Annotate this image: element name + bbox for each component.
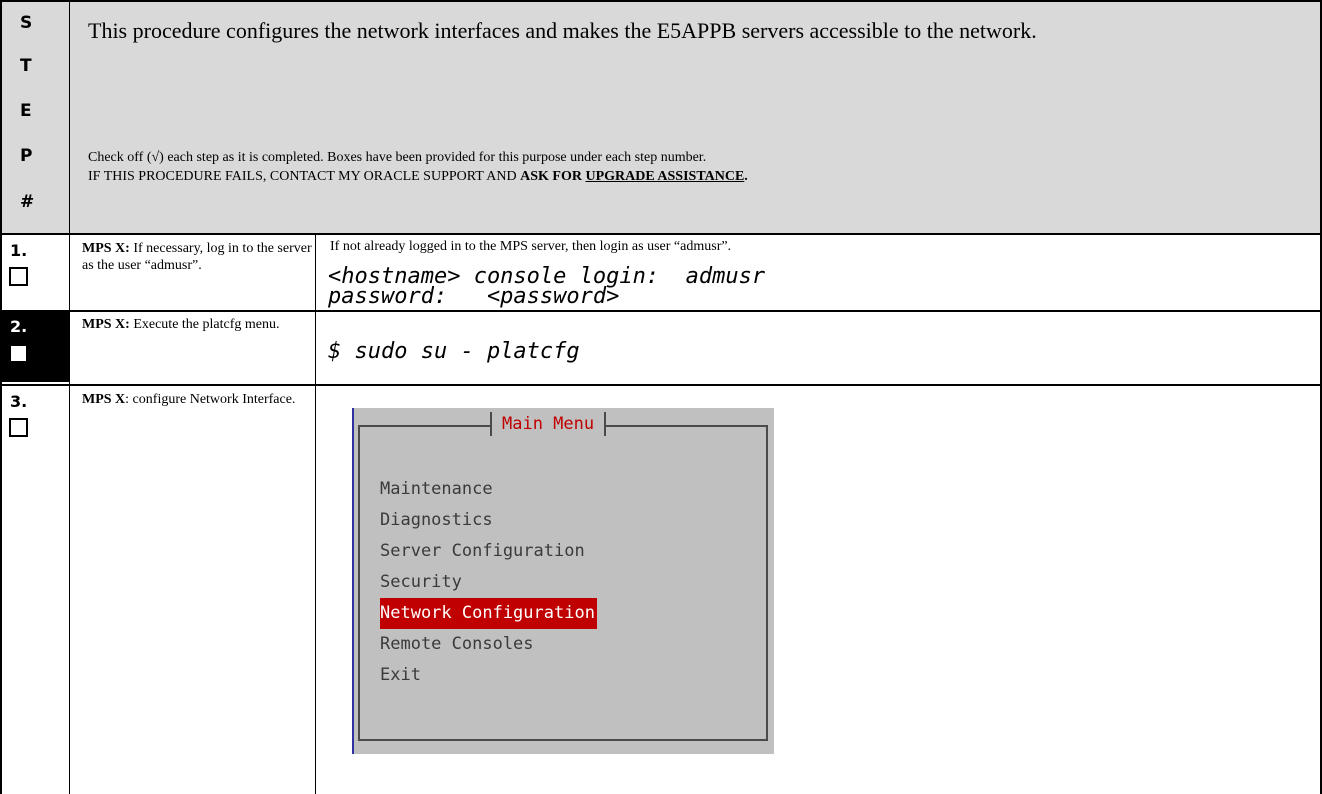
step-letter: S <box>20 13 33 33</box>
table-border-top <box>0 0 1322 2</box>
menu-item-maintenance[interactable]: Maintenance <box>380 474 597 505</box>
failure-note-end: . <box>744 169 748 184</box>
menu-title: Main Menu <box>490 412 607 436</box>
column-divider-desc <box>315 234 316 794</box>
column-divider-step <box>69 0 70 794</box>
platcfg-main-menu-screenshot: Main Menu Maintenance Diagnostics Server… <box>352 408 774 754</box>
failure-note-prefix: IF THIS PROCEDURE FAILS, CONTACT MY ORAC… <box>88 169 521 184</box>
step-desc-text: : configure Network Interface. <box>125 392 296 407</box>
terminal-edge <box>352 408 354 754</box>
password-command-line: password: <password> <box>328 284 620 309</box>
step-letter: T <box>20 56 32 76</box>
procedure-intro: This procedure configures the network in… <box>88 18 1037 43</box>
step-letter: # <box>20 192 35 212</box>
table-border-left <box>0 0 2 794</box>
menu-item-remote-consoles[interactable]: Remote Consoles <box>380 629 597 660</box>
step-number: 2. <box>10 317 28 336</box>
step-checkbox[interactable] <box>9 344 28 363</box>
step-desc-label: MPS X: <box>82 241 130 256</box>
step-desc-text: Execute the platcfg menu. <box>129 317 280 332</box>
step-desc-label: MPS X: <box>82 317 130 332</box>
row-divider-2 <box>0 384 1322 386</box>
step-checkbox[interactable] <box>9 418 28 437</box>
row-divider-1 <box>0 310 1322 312</box>
menu-item-server-configuration[interactable]: Server Configuration <box>380 536 597 567</box>
procedure-table: S T E P # This procedure configures the … <box>0 0 1322 794</box>
step-letter: E <box>20 101 32 121</box>
step-number: 1. <box>10 241 28 260</box>
step-desc-label: MPS X <box>82 392 126 407</box>
check-off-note: Check off (√) each step as it is complet… <box>88 150 707 165</box>
step-description: MPS X: Execute the platcfg menu. <box>82 316 312 333</box>
menu-item-network-configuration[interactable]: Network Configuration <box>380 598 597 629</box>
step-description: MPS X: If necessary, log in to the serve… <box>82 240 312 274</box>
failure-note-ask: ASK FOR <box>520 169 586 184</box>
step-number: 3. <box>10 392 28 411</box>
main-menu-list: Maintenance Diagnostics Server Configura… <box>380 474 597 691</box>
failure-note-upgrade: UPGRADE ASSISTANCE <box>585 169 745 184</box>
row-divider-header <box>0 233 1322 235</box>
step-instruction: If not already logged in to the MPS serv… <box>330 239 732 254</box>
platcfg-command: $ sudo su - platcfg <box>328 339 580 364</box>
menu-item-exit[interactable]: Exit <box>380 660 597 691</box>
menu-item-diagnostics[interactable]: Diagnostics <box>380 505 597 536</box>
step-description: MPS X: configure Network Interface. <box>82 391 312 408</box>
step-checkbox[interactable] <box>9 267 28 286</box>
step-letter: P <box>20 146 33 166</box>
failure-note: IF THIS PROCEDURE FAILS, CONTACT MY ORAC… <box>88 169 748 185</box>
menu-item-security[interactable]: Security <box>380 567 597 598</box>
